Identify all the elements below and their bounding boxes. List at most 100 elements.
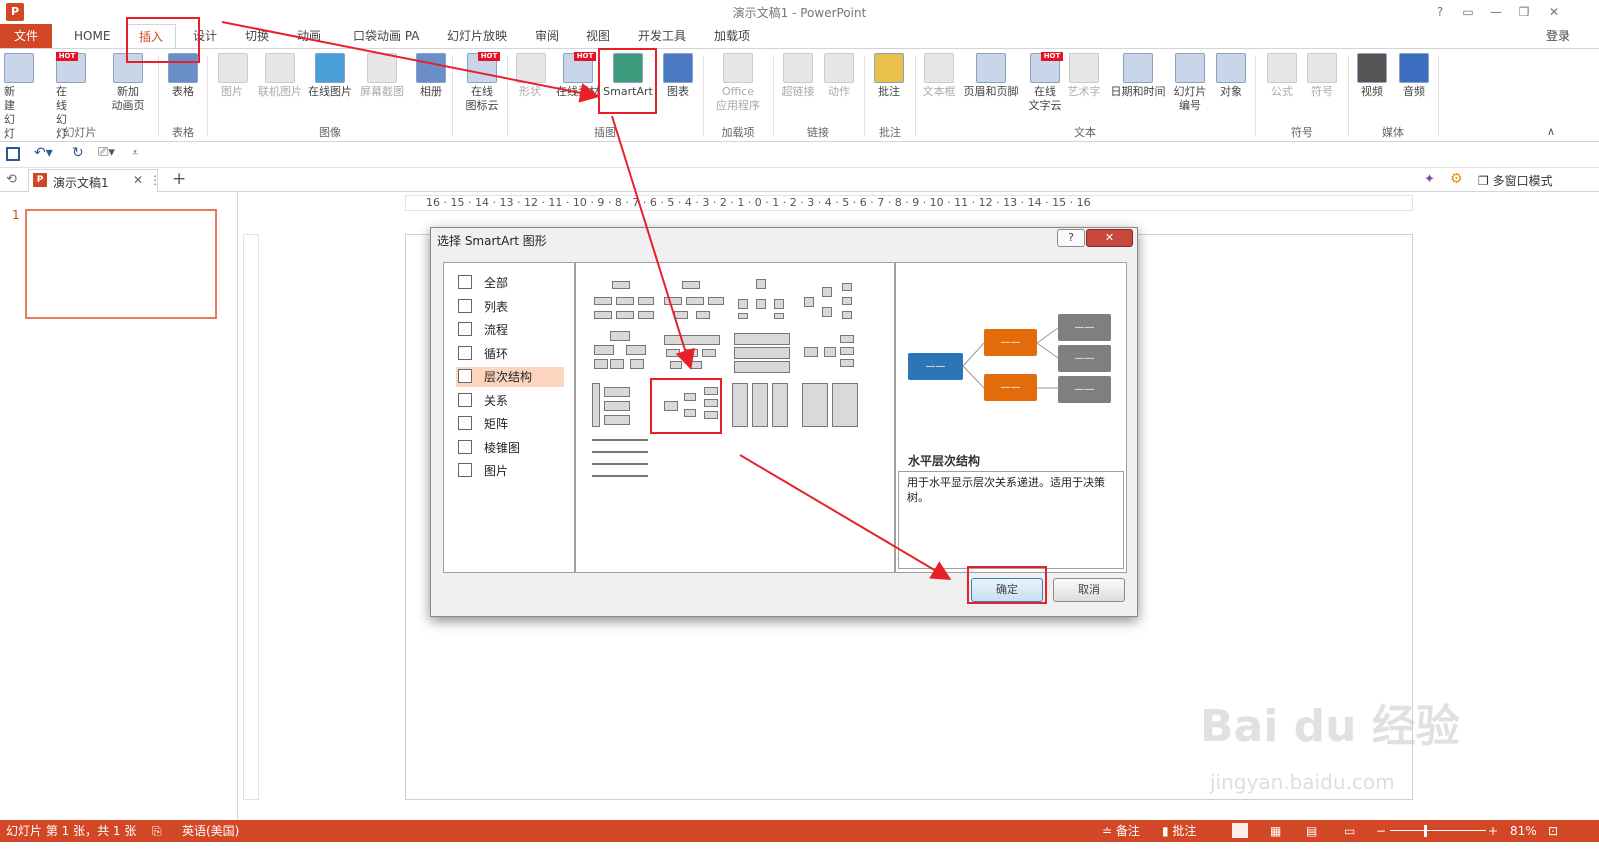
category-all[interactable]: 全部 xyxy=(456,273,564,293)
datetime-button[interactable]: 日期和时间 xyxy=(1108,53,1168,99)
category-cycle[interactable]: 循环 xyxy=(456,344,564,364)
category-matrix[interactable]: 矩阵 xyxy=(456,414,564,434)
zoom-slider-thumb[interactable] xyxy=(1424,825,1427,837)
comments-button[interactable]: ▮ 批注 xyxy=(1162,820,1196,842)
shapes-button[interactable]: 形状 xyxy=(516,53,546,99)
redo-icon[interactable]: ↻ xyxy=(72,145,84,161)
object-button[interactable]: 对象 xyxy=(1214,53,1248,99)
online-picture-button[interactable]: 联机图片 xyxy=(254,53,306,99)
layout-thumbnail[interactable] xyxy=(660,331,726,375)
symbol-button[interactable]: 符号 xyxy=(1304,53,1340,99)
chart-button[interactable]: 图表 xyxy=(662,53,694,99)
layout-thumbnail[interactable] xyxy=(800,279,866,323)
tab-developer[interactable]: 开发工具 xyxy=(636,24,688,48)
language-status[interactable]: 英语(美国) xyxy=(182,820,239,842)
layout-thumbnail[interactable] xyxy=(800,331,866,375)
equation-button[interactable]: 公式 xyxy=(1264,53,1300,99)
spellcheck-icon[interactable]: ⎘ xyxy=(152,820,162,842)
doc-more-icon[interactable]: ⋮ xyxy=(149,173,161,187)
tab-slideshow[interactable]: 幻灯片放映 xyxy=(445,24,509,48)
category-process[interactable]: 流程 xyxy=(456,320,564,340)
zoom-in-icon[interactable]: + xyxy=(1488,820,1498,842)
tab-file[interactable]: 文件 xyxy=(0,24,53,48)
album-button[interactable]: 相册 xyxy=(414,53,448,99)
layout-thumbnail[interactable] xyxy=(590,435,656,479)
signin-link[interactable]: 登录 xyxy=(1544,24,1572,48)
tab-transitions[interactable]: 切换 xyxy=(243,24,271,48)
layout-thumbnail[interactable] xyxy=(730,279,796,323)
textbox-button[interactable]: 文本框 xyxy=(920,53,958,99)
category-hierarchy[interactable]: 层次结构 xyxy=(456,367,564,387)
screenshot-button[interactable]: 屏幕截图 xyxy=(356,53,408,99)
layout-thumbnail[interactable] xyxy=(590,279,656,323)
zoom-slider-track[interactable] xyxy=(1390,830,1486,831)
hyperlink-button[interactable]: 超链接 xyxy=(778,53,818,99)
tab-home[interactable]: HOME xyxy=(72,24,112,48)
header-footer-button[interactable]: 页眉和页脚 xyxy=(960,53,1022,99)
zoom-out-icon[interactable]: − xyxy=(1376,820,1386,842)
online-material-button[interactable]: 在线素材 HOT xyxy=(552,52,604,99)
layout-thumbnail[interactable] xyxy=(590,383,656,427)
action-button[interactable]: 动作 xyxy=(822,53,856,99)
tab-review[interactable]: 审阅 xyxy=(533,24,561,48)
reading-view-icon[interactable]: ▤ xyxy=(1306,820,1317,842)
restore-icon[interactable]: ❐ xyxy=(1510,2,1538,22)
category-list-item[interactable]: 列表 xyxy=(456,297,564,317)
new-slide-button[interactable]: 新建 幻灯片 xyxy=(4,53,34,155)
audio-button[interactable]: 音频 xyxy=(1396,53,1432,99)
camera-icon xyxy=(367,53,397,83)
notes-button[interactable]: ≐ 备注 xyxy=(1102,820,1140,842)
category-picture[interactable]: 图片 xyxy=(456,461,564,481)
minimize-icon[interactable]: — xyxy=(1482,2,1510,22)
office-apps-button[interactable]: Office 应用程序 xyxy=(708,53,768,113)
cancel-button[interactable]: 取消 xyxy=(1053,578,1125,602)
picture-button[interactable]: 图片 xyxy=(218,53,248,99)
ribbon-display-icon[interactable]: ▭ xyxy=(1454,2,1482,22)
multiwindow-mode-button[interactable]: ❐ 多窗口模式 xyxy=(1478,172,1553,189)
doc-tab[interactable]: P 演示文稿1 ✕ ⋮ xyxy=(28,169,161,192)
magic-wand-icon[interactable]: ✦ xyxy=(1424,172,1435,187)
zoom-level[interactable]: 81% xyxy=(1510,820,1537,842)
start-slideshow-icon[interactable]: ⎚▾ xyxy=(98,145,115,160)
comment-button[interactable]: 批注 xyxy=(872,53,906,99)
tab-animations[interactable]: 动画 xyxy=(295,24,323,48)
video-button[interactable]: 视频 xyxy=(1354,53,1390,99)
layout-thumbnail[interactable] xyxy=(730,383,796,427)
add-doc-icon[interactable]: + xyxy=(172,169,186,189)
undo-icon[interactable]: ↶▾ xyxy=(34,145,53,161)
fit-slide-icon[interactable]: ⊡ xyxy=(1548,820,1558,842)
web-picture-button[interactable]: 在线图片 xyxy=(306,53,354,99)
album-icon xyxy=(416,53,446,83)
header-footer-label: 页眉和页脚 xyxy=(963,85,1019,98)
layout-thumbnail[interactable] xyxy=(660,279,726,323)
dialog-close-button[interactable]: ✕ xyxy=(1086,229,1133,247)
close-doc-icon[interactable]: ✕ xyxy=(133,173,143,187)
group-label-addins: 加载项 xyxy=(721,126,755,139)
dialog-help-button[interactable]: ? xyxy=(1057,229,1085,247)
tab-pocket-animation[interactable]: 口袋动画 PA xyxy=(351,24,422,48)
settings-gear-icon[interactable]: ⚙ xyxy=(1450,171,1463,187)
category-relationship[interactable]: 关系 xyxy=(456,391,564,411)
layout-thumbnail[interactable] xyxy=(730,331,796,375)
tab-view[interactable]: 视图 xyxy=(584,24,612,48)
close-icon[interactable]: ✕ xyxy=(1540,2,1568,22)
tab-addins[interactable]: 加载项 xyxy=(712,24,752,48)
hot-badge-icon: HOT xyxy=(574,52,596,61)
layout-thumbnail[interactable] xyxy=(590,331,656,375)
slideshow-view-icon[interactable]: ▭ xyxy=(1344,820,1355,842)
category-pyramid[interactable]: 棱锥图 xyxy=(456,438,564,458)
slide-sorter-icon[interactable]: ▦ xyxy=(1270,820,1281,842)
customize-qat-icon[interactable]: ⩡ xyxy=(132,146,138,160)
save-icon[interactable] xyxy=(6,147,20,161)
wordart-button[interactable]: 艺术字 xyxy=(1066,53,1102,99)
slide-number-button[interactable]: 幻灯片 编号 xyxy=(1172,53,1208,113)
help-button[interactable]: ? xyxy=(1426,2,1454,22)
normal-view-icon[interactable] xyxy=(1232,823,1248,838)
history-icon[interactable]: ⟲ xyxy=(6,172,17,187)
collapse-ribbon-icon[interactable]: ∧ xyxy=(1547,125,1555,138)
word-cloud-button[interactable]: 在线 文字云 HOT xyxy=(1026,52,1064,113)
slide-thumbnail[interactable] xyxy=(25,209,217,319)
layout-thumbnail[interactable] xyxy=(800,383,866,427)
icon-cloud-button[interactable]: 在线 图标云 HOT xyxy=(460,52,504,113)
screenshot-label: 屏幕截图 xyxy=(360,85,404,98)
